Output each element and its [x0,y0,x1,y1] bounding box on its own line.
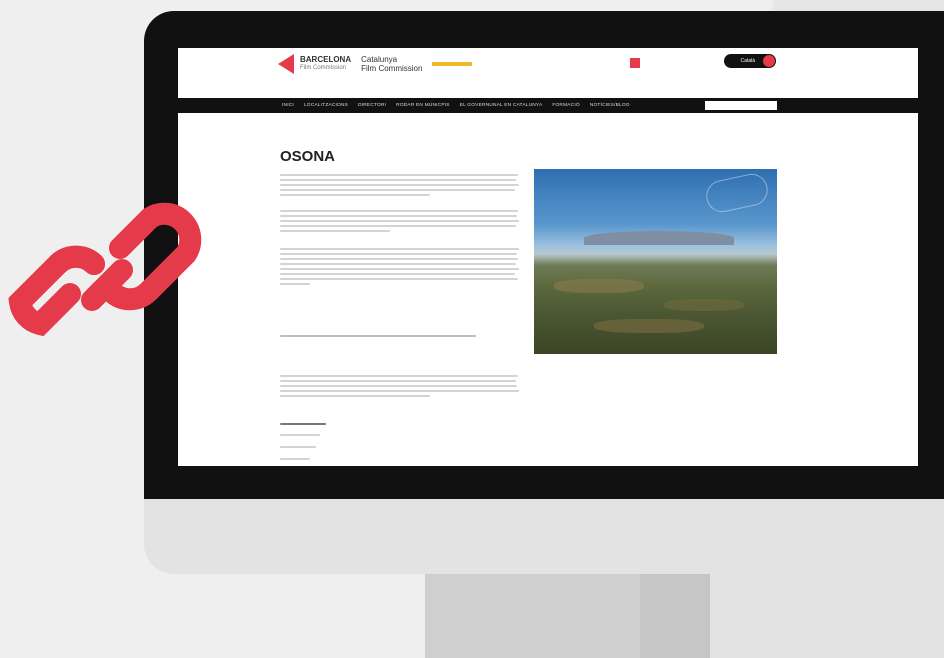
paragraph-3 [280,248,520,288]
government-logo[interactable] [630,58,686,68]
logo-line-2: Film Commission [300,65,347,71]
logo-cat-line-2: Film Commission [361,64,423,73]
landscape-photo [534,169,777,354]
logo-mark-icon [278,54,294,74]
page-title: OSONA [280,148,336,165]
small-item [280,446,520,451]
intro-paragraph [280,174,520,199]
language-button[interactable]: Català [724,54,776,68]
nav-item-rodar[interactable]: RODAR EN MÚNICPIS [396,103,450,108]
strong-label [280,423,520,428]
logo-cat-line-1: Catalunya [361,55,398,64]
links-line [280,335,520,340]
monitor-screen: BARCELONA Film Commission Catalunya Film… [178,48,918,466]
logo-line-1: BARCELONA [300,55,352,64]
nav-item-localitzacions[interactable]: LOCALITZACIONS [304,103,348,108]
site-logo[interactable]: BARCELONA Film Commission Catalunya Film… [278,54,473,74]
small-item [280,458,520,463]
nav-item-formacio[interactable]: FORMACIÓ [552,103,579,108]
language-label: Català [740,58,755,64]
paragraph-2 [280,210,520,235]
nav-item-directori[interactable]: DIRECTORI [358,103,386,108]
gov-mark-icon [630,58,640,68]
monitor-stand-shade [640,574,710,658]
site-header: BARCELONA Film Commission Catalunya Film… [178,48,918,100]
nav-item-governunal[interactable]: EL GOVERNUNAL EN CATALUNYA [460,103,543,108]
language-dot-icon [763,55,775,67]
nav-item-inici[interactable]: INICI [282,103,294,108]
paragraph-4 [280,375,520,400]
small-item [280,434,520,439]
search-input[interactable] [705,101,777,110]
nav-item-noticies[interactable]: NOTÍCIES/BLOG [590,103,630,108]
main-navbar: INICI LOCALITZACIONS DIRECTORI RODAR EN … [178,98,918,113]
chain-link-icon [8,202,202,337]
logo-accent-bar [432,62,473,66]
